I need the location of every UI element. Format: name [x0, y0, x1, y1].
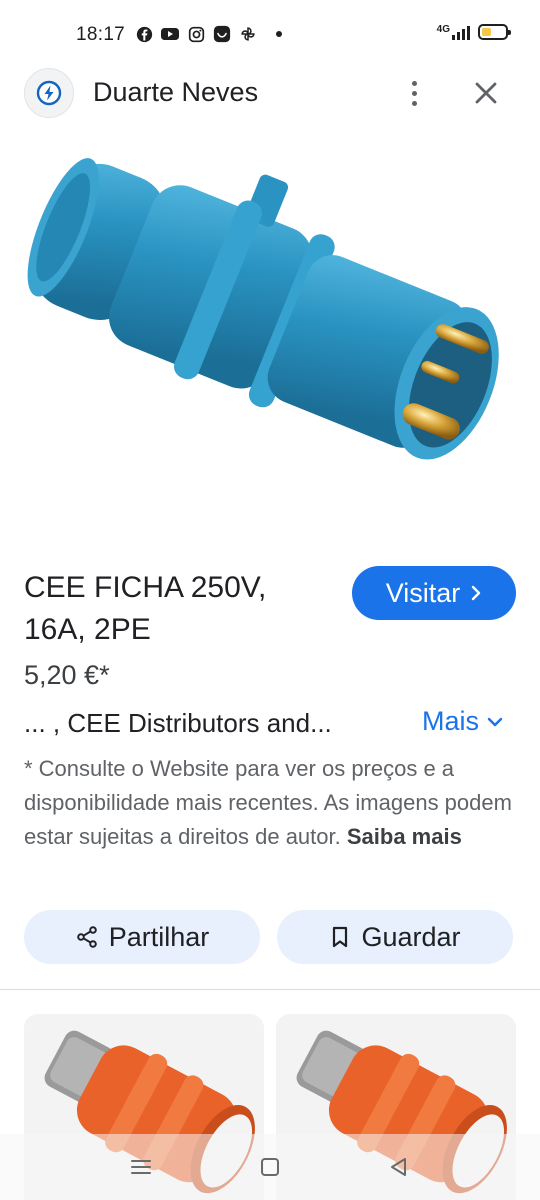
chevron-down-icon	[487, 717, 503, 726]
page-header: Duarte Neves	[0, 66, 540, 120]
site-logo[interactable]	[24, 68, 74, 118]
more-vert-icon	[411, 80, 417, 86]
more-button[interactable]: Mais	[422, 706, 503, 737]
home-button[interactable]	[257, 1154, 283, 1180]
more-label: Mais	[422, 706, 480, 736]
source-description: ... , CEE Distributors and...	[24, 708, 332, 738]
back-triangle-icon	[391, 1158, 406, 1176]
network-type: 4G	[436, 24, 450, 35]
messenger-icon	[212, 24, 232, 44]
close-icon	[475, 82, 497, 104]
more-options-button[interactable]	[398, 76, 430, 110]
status-time: 18:17	[76, 24, 126, 45]
recent-apps-button[interactable]	[128, 1154, 154, 1180]
facebook-icon	[134, 24, 154, 44]
battery-icon	[478, 24, 511, 40]
share-icon	[76, 926, 97, 948]
share-button[interactable]: Partilhar	[24, 910, 260, 964]
menu-lines-icon	[131, 1160, 151, 1174]
more-notifications-dot	[276, 31, 282, 37]
status-bar: 18:17 4G	[0, 0, 540, 72]
disclaimer: * Consulte o Website para ver os preços …	[24, 752, 519, 854]
blue-cee-plug-image	[27, 158, 499, 460]
visit-button[interactable]: Visitar	[352, 566, 516, 620]
notification-icons	[134, 24, 282, 44]
close-button[interactable]	[470, 77, 502, 109]
save-label: Guardar	[361, 921, 461, 952]
system-nav-bar	[0, 1134, 540, 1200]
bookmark-icon	[333, 926, 348, 948]
learn-more-link[interactable]: Saiba mais	[347, 824, 462, 849]
pinwheel-icon	[238, 24, 258, 44]
product-title[interactable]: CEE FICHA 250V, 16A, 2PE	[24, 567, 324, 651]
chevron-right-icon	[472, 585, 481, 601]
save-button[interactable]: Guardar	[277, 910, 513, 964]
instagram-icon	[186, 24, 206, 44]
lightning-logo-icon	[36, 80, 62, 106]
product-price: 5,20 €*	[24, 660, 110, 690]
home-square-icon	[261, 1158, 279, 1176]
visit-label: Visitar	[385, 577, 461, 608]
product-image[interactable]	[0, 130, 540, 548]
site-name[interactable]: Duarte Neves	[93, 77, 258, 108]
youtube-icon	[160, 24, 180, 44]
signal-icon: 4G	[437, 24, 470, 40]
back-button[interactable]	[386, 1154, 412, 1180]
share-label: Partilhar	[108, 921, 210, 952]
section-divider	[0, 989, 540, 990]
system-indicators: 4G	[437, 24, 511, 40]
